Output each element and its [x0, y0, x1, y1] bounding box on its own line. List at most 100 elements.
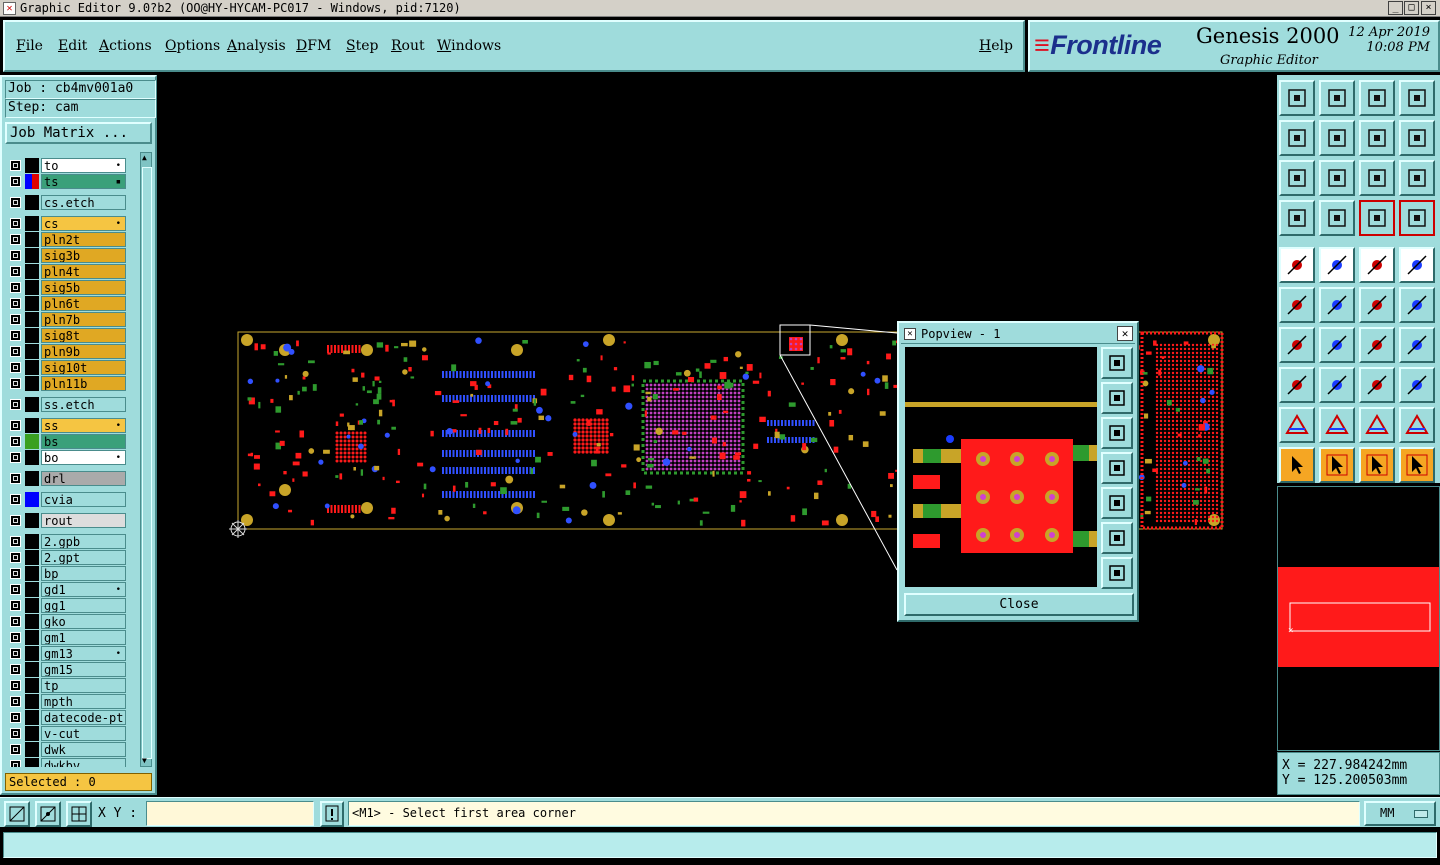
layer-row-dwkbv[interactable]: dwkbv: [5, 758, 129, 767]
layer-color-swatch[interactable]: [25, 328, 39, 343]
layer-checkbox[interactable]: [10, 346, 21, 357]
layer-checkbox[interactable]: [10, 330, 21, 341]
layer-row-gm13[interactable]: gm13 •: [5, 646, 129, 661]
layer-checkbox[interactable]: [10, 452, 21, 463]
menu-windows[interactable]: Windows: [437, 38, 501, 54]
layer-color-swatch[interactable]: [25, 758, 39, 767]
layer-row-bo[interactable]: bo •: [5, 450, 129, 465]
layer-name[interactable]: v-cut: [41, 726, 126, 741]
layer-name[interactable]: bo •: [41, 450, 126, 465]
menu-file[interactable]: File: [16, 38, 43, 54]
maximize-button[interactable]: □: [1404, 1, 1419, 15]
units-dropdown[interactable]: MM: [1364, 801, 1436, 826]
layer-name[interactable]: ss.etch: [41, 397, 126, 412]
popview-fit-button[interactable]: [1101, 522, 1133, 554]
layer-name[interactable]: sig10t: [41, 360, 126, 375]
layer-name[interactable]: cs.etch: [41, 195, 126, 210]
layer-row-datecode-pt[interactable]: datecode-pt: [5, 710, 129, 725]
layer-row-2.gpt[interactable]: 2.gpt: [5, 550, 129, 565]
grid-tool-button[interactable]: [1319, 200, 1355, 236]
pan-left-tool-button[interactable]: [1279, 120, 1315, 156]
layer-row-gg1[interactable]: gg1: [5, 598, 129, 613]
menu-edit[interactable]: Edit: [58, 38, 87, 54]
layer-row-tp[interactable]: tp: [5, 678, 129, 693]
layer-row-2.gpb[interactable]: 2.gpb: [5, 534, 129, 549]
layer-checkbox[interactable]: [10, 760, 21, 767]
layer-checkbox[interactable]: [10, 632, 21, 643]
layer-color-swatch[interactable]: [25, 662, 39, 677]
arc-tool-button[interactable]: [1359, 327, 1395, 363]
diagonal-tool-button[interactable]: [1319, 327, 1355, 363]
layer-name[interactable]: gd1 •: [41, 582, 126, 597]
menu-actions[interactable]: Actions: [99, 38, 152, 54]
layer-color-swatch[interactable]: [25, 434, 39, 449]
layer-color-swatch[interactable]: [25, 742, 39, 757]
layer-color-swatch[interactable]: [25, 582, 39, 597]
popview-close-button[interactable]: Close: [904, 593, 1134, 616]
layer-row-gd1[interactable]: gd1 •: [5, 582, 129, 597]
popview-zoom-in-button[interactable]: [1101, 382, 1133, 414]
popview-titlebar[interactable]: ✕ Popview - 1 ✕: [901, 325, 1135, 344]
menu-options[interactable]: Options: [165, 38, 220, 54]
layer-checkbox[interactable]: [10, 234, 21, 245]
measure-tool-button[interactable]: [1319, 247, 1355, 283]
layer-color-swatch[interactable]: [25, 534, 39, 549]
cross-tool-button[interactable]: [1319, 287, 1355, 323]
connect-tool-button[interactable]: [1279, 287, 1315, 323]
layer-color-swatch[interactable]: [25, 360, 39, 375]
menu-dfm[interactable]: DFM: [296, 38, 331, 54]
layer-row-to[interactable]: to •: [5, 158, 129, 173]
paint-tool-button[interactable]: [1279, 200, 1315, 236]
layer-name[interactable]: gm1: [41, 630, 126, 645]
layer-row-ss[interactable]: ss •: [5, 418, 129, 433]
layer-list-scrollbar[interactable]: ▲ ▼: [140, 152, 152, 767]
popview-close-icon[interactable]: ✕: [1117, 326, 1133, 341]
layer-color-swatch[interactable]: [25, 630, 39, 645]
layer-row-ss.etch[interactable]: ss.etch: [5, 397, 129, 412]
route-tool-button[interactable]: [1399, 120, 1435, 156]
zoom-area-button[interactable]: [4, 801, 30, 827]
minimize-button[interactable]: _: [1388, 1, 1403, 15]
zoom-home-tool-button[interactable]: [1319, 160, 1355, 196]
layer-name[interactable]: gg1: [41, 598, 126, 613]
layer-name[interactable]: ts ▪: [41, 174, 126, 189]
line-end-tool-button[interactable]: [1399, 287, 1435, 323]
layer-color-swatch[interactable]: [25, 397, 39, 412]
swap-tool-button[interactable]: [1359, 120, 1395, 156]
scroll-up-icon[interactable]: ▲: [142, 153, 147, 163]
pan-right-tool-button[interactable]: [1319, 120, 1355, 156]
layer-checkbox[interactable]: [10, 616, 21, 627]
layer-name[interactable]: gm13 •: [41, 646, 126, 661]
layer-name[interactable]: cs •: [41, 216, 126, 231]
layer-color-swatch[interactable]: [25, 376, 39, 391]
menu-analysis[interactable]: Analysis: [227, 38, 286, 54]
layer-color-swatch[interactable]: [25, 694, 39, 709]
layer-color-swatch[interactable]: [25, 232, 39, 247]
pointer-tool-button[interactable]: [1279, 447, 1315, 483]
layer-name[interactable]: dwk: [41, 742, 126, 757]
layer-row-ts[interactable]: ts ▪: [5, 174, 129, 189]
popview-center-button[interactable]: [1101, 557, 1133, 589]
home-tool-button[interactable]: [1359, 80, 1395, 116]
net-tool-button[interactable]: [1359, 200, 1395, 236]
layer-name[interactable]: bs: [41, 434, 126, 449]
layer-checkbox[interactable]: [10, 744, 21, 755]
layer-color-swatch[interactable]: [25, 598, 39, 613]
shapes-tool-button[interactable]: [1399, 367, 1435, 403]
triangle-a-tool-button[interactable]: [1319, 407, 1355, 443]
layer-checkbox[interactable]: [10, 420, 21, 431]
layer-row-pln4t[interactable]: pln4t: [5, 264, 129, 279]
layer-color-swatch[interactable]: [25, 195, 39, 210]
triangle-tool-button[interactable]: [1279, 407, 1315, 443]
layer-checkbox[interactable]: [10, 298, 21, 309]
ruler-tool-button[interactable]: [1359, 247, 1395, 283]
layer-name[interactable]: pln6t: [41, 296, 126, 311]
layer-name[interactable]: drl: [41, 471, 126, 486]
angle-tool-button[interactable]: [1279, 327, 1315, 363]
layer-color-swatch[interactable]: [25, 450, 39, 465]
layer-checkbox[interactable]: [10, 436, 21, 447]
layer-color-swatch[interactable]: [25, 344, 39, 359]
layer-color-swatch[interactable]: [25, 566, 39, 581]
layer-checkbox[interactable]: [10, 494, 21, 505]
scroll-thumb[interactable]: [142, 167, 152, 759]
